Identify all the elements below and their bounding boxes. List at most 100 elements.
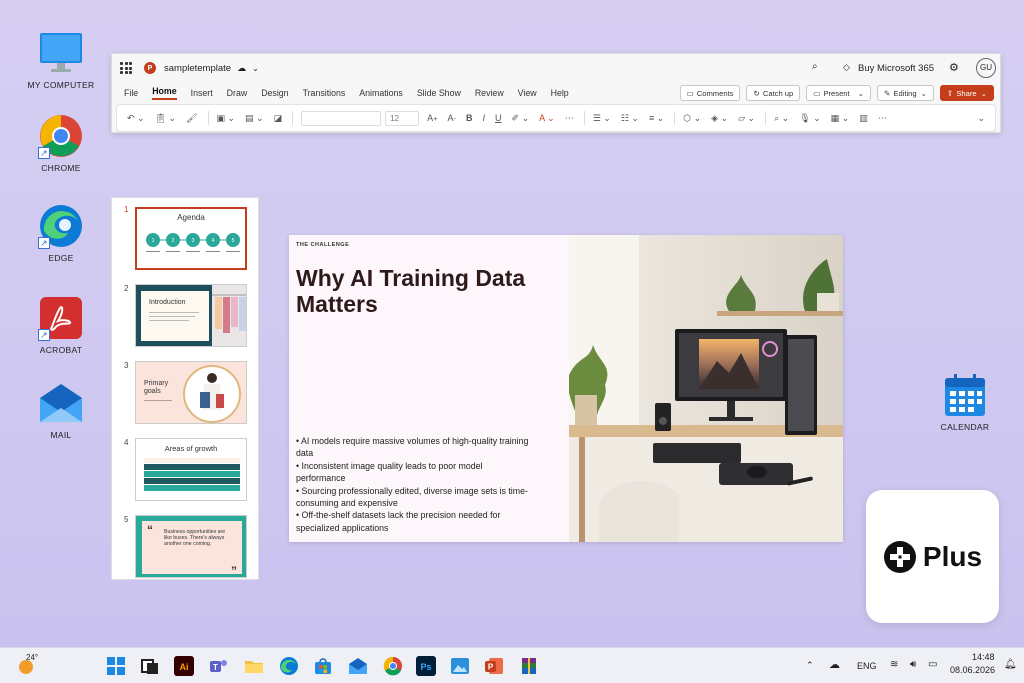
plus-logo-icon [883, 540, 916, 573]
numbering-icon[interactable]: ☷ ⌄ [621, 113, 639, 124]
battery-icon[interactable]: ▭ [928, 659, 937, 670]
desktop-icon-calendar[interactable]: CALENDAR [930, 372, 1000, 432]
desktop-icon-chrome[interactable]: ↗ CHROME [26, 113, 96, 173]
tab-home[interactable]: Home [152, 86, 177, 100]
increase-font-icon[interactable]: A + [427, 113, 437, 123]
tab-design[interactable]: Design [261, 88, 288, 98]
editing-mode-button[interactable]: ✎ Editing ⌄ [877, 85, 934, 101]
slide-thumbnail-2[interactable]: Introduction [135, 284, 247, 347]
svg-text:Ai: Ai [180, 662, 189, 672]
tab-review[interactable]: Review [475, 88, 504, 98]
teams-icon[interactable]: T [208, 656, 228, 676]
edge-taskbar-icon[interactable] [279, 656, 299, 676]
slide-thumbnail-3[interactable]: Primary goals [135, 361, 247, 424]
font-size-input[interactable]: 12 [385, 110, 420, 126]
format-painter-icon[interactable]: 🖌︎ [186, 113, 197, 124]
add-ins-icon[interactable]: ▥ [859, 113, 868, 124]
catch-up-button[interactable]: ↻ Catch up [746, 85, 801, 101]
tab-slide-show[interactable]: Slide Show [417, 88, 461, 98]
designer-icon[interactable]: ▦ ⌄ [831, 113, 850, 124]
tab-draw[interactable]: Draw [227, 88, 248, 98]
search-icon[interactable]: ⌕ [812, 61, 818, 72]
plus-label: Plus [922, 540, 983, 572]
dictate-icon[interactable]: 🎙︎ ⌄ [799, 113, 820, 124]
windows-start-icon[interactable] [106, 656, 126, 676]
settings-gear-icon[interactable]: ⚙ [949, 61, 959, 74]
decrease-font-icon[interactable]: A- [448, 113, 457, 123]
tab-help[interactable]: Help [551, 88, 569, 98]
share-button[interactable]: ⇪ Share ⌄ [939, 85, 994, 101]
svg-text:Ps: Ps [420, 662, 431, 672]
more-font-icon[interactable]: ⋯ [565, 113, 574, 124]
clothes-rack-photo [212, 285, 246, 346]
acrobat-icon: ↗ [38, 295, 84, 341]
present-button[interactable]: ▭ Present ⌄ [806, 85, 871, 101]
powerpoint-logo-icon: P [144, 62, 156, 74]
language-indicator[interactable]: ENG [857, 661, 877, 671]
plus-widget[interactable]: Plus [866, 490, 999, 623]
slide-canvas[interactable]: THE CHALLENGE Why AI Training Data Matte… [289, 235, 843, 542]
tray-expand-icon[interactable]: ⌃ [806, 660, 814, 671]
slide-thumbnail-1[interactable]: Agenda 1 2 3 4 5 [135, 207, 247, 270]
shapes-icon[interactable]: ⬡ ⌄ [683, 113, 701, 124]
clock-time[interactable]: 14:48 [972, 652, 995, 662]
more-options-icon[interactable]: ⋯ [878, 113, 887, 124]
paste-icon[interactable]: 📋︎ ⌄ [155, 113, 176, 124]
thumb-title: Agenda [177, 213, 205, 222]
weather-widget[interactable]: 24° [16, 653, 56, 678]
wifi-icon[interactable]: ≋ [890, 659, 898, 670]
app-launcher-icon[interactable] [120, 62, 132, 74]
avatar[interactable]: GU [976, 58, 996, 78]
desktop-icon-acrobat[interactable]: ↗ ACROBAT [26, 295, 96, 355]
chevron-down-icon[interactable]: ⌄ [252, 64, 259, 73]
slide-thumbnail-5[interactable]: “ Business opportunities are like buses.… [135, 515, 247, 578]
chrome-taskbar-icon[interactable] [383, 656, 403, 676]
undo-icon[interactable]: ↶ ⌄ [127, 113, 145, 124]
background-icon[interactable]: ◪ [274, 113, 283, 124]
slide-bullets[interactable]: • AI models require massive volumes of h… [296, 435, 531, 534]
find-icon[interactable]: ⌕ ⌄ [774, 113, 789, 124]
bullets-icon[interactable]: ☰ ⌄ [593, 113, 611, 124]
desktop-icon-edge[interactable]: ↗ EDGE [26, 203, 96, 263]
font-color-icon[interactable]: A ⌄ [539, 113, 555, 124]
file-name[interactable]: sampletemplate [164, 63, 231, 74]
clock-date[interactable]: 08.06.2026 [950, 665, 995, 675]
notification-bell-icon[interactable]: 🔔︎ [1004, 659, 1017, 670]
tab-animations[interactable]: Animations [359, 88, 403, 98]
tab-file[interactable]: File [124, 88, 138, 98]
photos-icon[interactable] [450, 656, 470, 676]
slide-thumbnail-4[interactable]: Areas of growth [135, 438, 247, 501]
onedrive-icon[interactable]: ☁ [829, 658, 840, 671]
file-explorer-icon[interactable] [244, 656, 264, 676]
align-icon[interactable]: ≡ ⌄ [649, 113, 664, 124]
desktop-icon-my-computer[interactable]: MY COMPUTER [26, 30, 96, 90]
bold-icon[interactable]: B [466, 113, 473, 123]
shape-fill-icon[interactable]: ◈ ⌄ [711, 113, 728, 124]
winrar-icon[interactable] [519, 656, 539, 676]
powerpoint-taskbar-icon[interactable]: P [484, 656, 504, 676]
mail-taskbar-icon[interactable] [348, 656, 368, 676]
shape-outline-icon[interactable]: ▱ ⌄ [738, 113, 755, 124]
volume-icon[interactable]: 🔊︎ [910, 659, 916, 670]
slide-title[interactable]: Why AI Training Data Matters [296, 265, 556, 317]
svg-text:P: P [488, 663, 494, 672]
illustrator-icon[interactable]: Ai [174, 656, 194, 676]
expand-ribbon-icon[interactable]: ⌄ [977, 113, 985, 124]
new-slide-icon[interactable]: ▣ ⌄ [217, 113, 236, 124]
photoshop-icon[interactable]: Ps [416, 656, 436, 676]
mail-icon [38, 380, 84, 426]
tab-insert[interactable]: Insert [191, 88, 213, 98]
italic-icon[interactable]: I [483, 113, 486, 123]
comments-button[interactable]: ▭ Comments [679, 85, 741, 101]
buy-microsoft-365-link[interactable]: Buy Microsoft 365 [858, 63, 934, 74]
underline-icon[interactable]: U [495, 113, 502, 123]
tab-transitions[interactable]: Transitions [303, 88, 346, 98]
desktop-icon-mail[interactable]: MAIL [26, 380, 96, 440]
highlight-icon[interactable]: ✐ ⌄ [512, 113, 530, 124]
tab-view[interactable]: View [518, 88, 537, 98]
layout-icon[interactable]: ▤ ⌄ [245, 113, 264, 124]
task-view-icon[interactable] [140, 656, 160, 676]
font-name-input[interactable] [301, 110, 382, 126]
desk-monitor-photo[interactable] [569, 235, 843, 542]
store-icon[interactable] [313, 656, 333, 676]
